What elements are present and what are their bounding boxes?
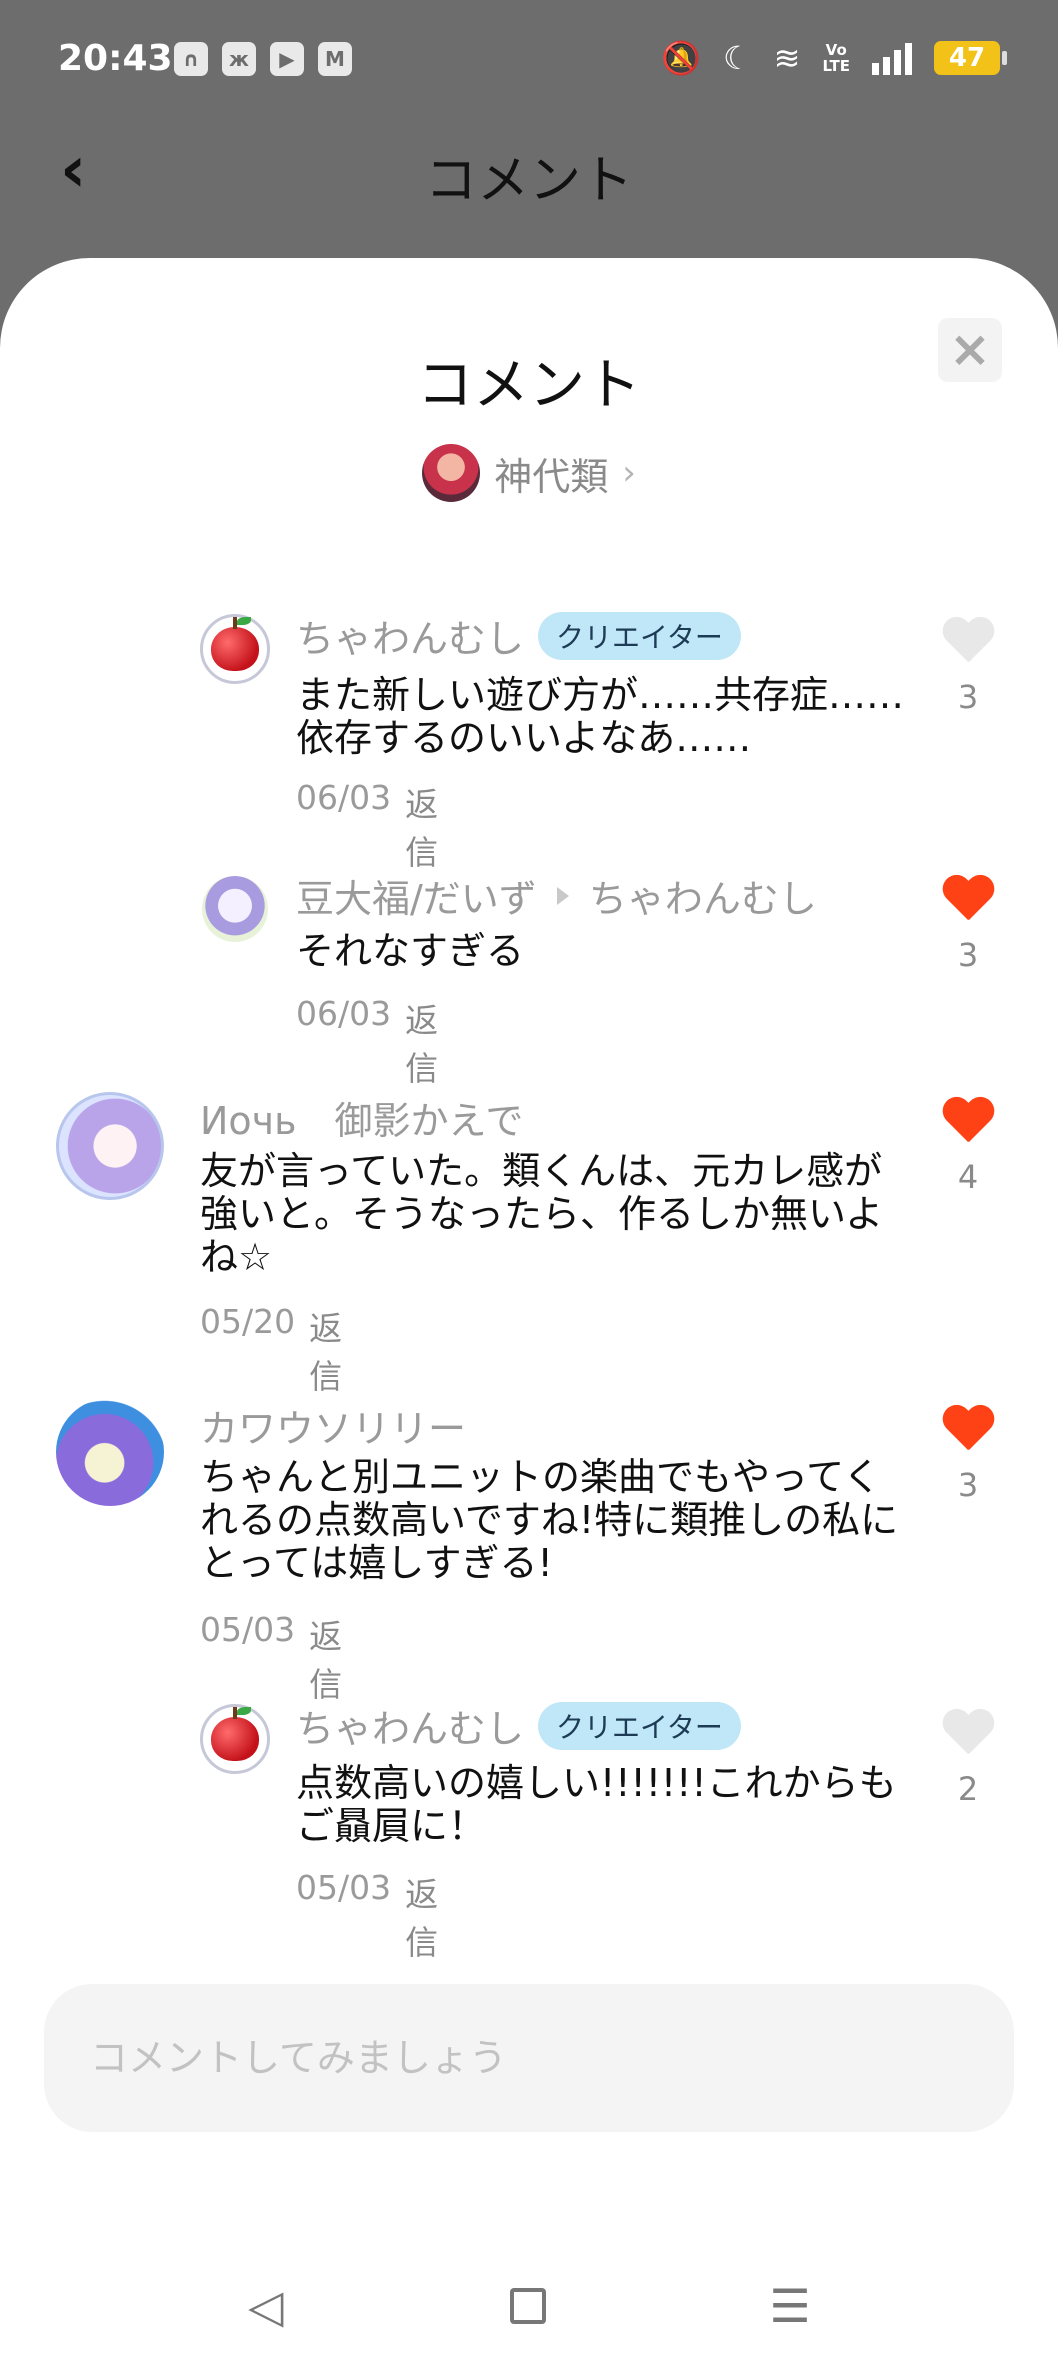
avatar[interactable] (202, 876, 268, 942)
nav-recents-button[interactable]: ☰ (760, 2276, 820, 2336)
avatar[interactable] (200, 614, 270, 684)
like-button[interactable]: 3 (938, 618, 998, 716)
volte-icon: Vo LTE (822, 41, 850, 75)
triangle-back-icon: ◁ (248, 2279, 284, 2333)
status-notification-icons: ∩ ж ▶ M (174, 42, 352, 76)
comment-text: それなすぎる (296, 929, 525, 973)
status-bar: 20:43 ∩ ж ▶ M 🔕 ☾ ≋ Vo LTE 47 (0, 0, 1058, 120)
close-icon: × (949, 320, 991, 378)
chevron-right-icon: › (622, 453, 636, 493)
comment-author[interactable]: Иочь 御影かえで (200, 1090, 523, 1145)
avatar[interactable] (56, 1398, 164, 1506)
like-button[interactable]: 3 (938, 876, 998, 974)
reply-button[interactable]: 返信 (405, 994, 438, 1090)
heart-icon (941, 1098, 995, 1146)
comment-date: 05/03 (200, 1610, 296, 1649)
status-time: 20:43 (58, 38, 173, 79)
comment-text: 点数高いの嬉しい!!!!!!!これからもご贔屓に！ (296, 1761, 897, 1848)
author-avatar (422, 444, 481, 502)
sheet-title: コメント (417, 353, 641, 418)
top-bar: ‹ コメント (0, 120, 1058, 260)
page-title: コメント (424, 151, 633, 211)
comment-date: 06/03 (296, 778, 392, 817)
like-count: 3 (957, 936, 979, 974)
comment-author[interactable]: ちゃわんむし (296, 608, 524, 663)
comment-date: 05/20 (200, 1302, 296, 1341)
heart-icon (941, 876, 995, 924)
reply-arrow-icon (556, 886, 569, 905)
creator-badge: クリエイター (538, 611, 741, 660)
heart-icon (941, 618, 995, 666)
square-home-icon (510, 2288, 546, 2324)
avatar[interactable] (200, 1704, 270, 1774)
comment-author[interactable]: 豆大福/だいず (296, 868, 537, 923)
butterfly-icon: ж (222, 42, 256, 76)
avatar[interactable] (56, 1092, 164, 1200)
status-system-icons: 🔕 ☾ ≋ Vo LTE 47 (661, 38, 1007, 78)
heart-icon (941, 1406, 995, 1454)
comment-date: 05/03 (296, 1868, 392, 1907)
like-button[interactable]: 3 (938, 1406, 998, 1504)
battery-indicator: 47 (934, 41, 1007, 75)
comment-author[interactable]: カワウソリリー (200, 1398, 466, 1453)
heart-icon (941, 1710, 995, 1758)
comment-date: 06/03 (296, 994, 392, 1033)
system-nav-bar: ◁ ☰ (0, 2240, 1058, 2364)
youtube-icon: ▶ (270, 42, 304, 76)
nav-home-button[interactable] (498, 2276, 558, 2336)
creator-badge: クリエイター (538, 1701, 741, 1750)
moon-icon: ☾ (722, 39, 752, 77)
like-count: 3 (957, 678, 979, 716)
reply-button[interactable]: 返信 (309, 1610, 342, 1706)
like-count: 4 (957, 1158, 979, 1196)
comment-input[interactable] (44, 1984, 1014, 2132)
gmail-icon: M (318, 42, 352, 76)
signal-icon (872, 41, 912, 75)
like-count: 3 (957, 1466, 979, 1504)
mute-icon: 🔕 (661, 39, 701, 77)
wifi-icon: ≋ (773, 39, 801, 77)
close-button[interactable]: × (938, 318, 1002, 382)
comment-text: また新しい遊び方が……共存症……依存するのいいよなあ…… (296, 673, 905, 760)
reply-button[interactable]: 返信 (309, 1302, 342, 1398)
author-name: 神代類 (494, 454, 609, 499)
apple-icon (211, 617, 259, 671)
author-link[interactable]: 神代類 › (0, 444, 1058, 502)
comment-author[interactable]: ちゃわんむし (296, 1698, 524, 1753)
like-count: 2 (957, 1770, 979, 1808)
apple-icon (211, 1707, 259, 1761)
comment-text: ちゃんと別ユニットの楽曲でもやってくれるの点数高いですね!特に類推しの私にとって… (200, 1455, 899, 1585)
like-button[interactable]: 4 (938, 1098, 998, 1196)
menu-icon: ☰ (769, 2279, 811, 2333)
reply-button[interactable]: 返信 (405, 1868, 438, 1964)
reply-button[interactable]: 返信 (405, 778, 438, 874)
notification-app-icon: ∩ (174, 42, 208, 76)
nav-back-button[interactable]: ◁ (236, 2276, 296, 2336)
comment-text: 友が言っていた。類くんは、元カレ感が強いと。そうなったら、作るしか無いよね☆ (200, 1149, 884, 1279)
reply-target[interactable]: ちゃわんむし (589, 868, 817, 923)
like-button[interactable]: 2 (938, 1710, 998, 1808)
